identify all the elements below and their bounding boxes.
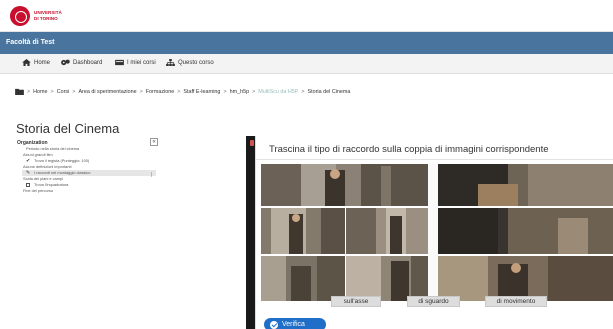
nav-my-courses[interactable]: I miei corsi [115, 59, 156, 66]
check-button[interactable]: Verifica [264, 318, 326, 329]
breadcrumb-item[interactable]: Home [33, 89, 47, 95]
university-logo-icon[interactable] [10, 6, 30, 26]
toc-section[interactable]: Fine del percorso [22, 188, 156, 194]
sitemap-icon [166, 59, 175, 66]
nav-home[interactable]: Home [22, 59, 50, 66]
film-still-image [438, 208, 613, 254]
film-still-image [346, 208, 428, 254]
site-header: Facoltà di Test [0, 32, 613, 54]
checkbox-icon [26, 183, 30, 187]
dashboard-icon [61, 59, 70, 66]
collapse-toc-button[interactable]: « [150, 138, 158, 146]
drag-label-di-sguardo[interactable]: di sguardo [407, 296, 460, 307]
film-still-image [438, 256, 613, 301]
check-circle-icon [270, 320, 278, 329]
divider [255, 159, 613, 160]
breadcrumb-item[interactable]: Staff E-learning [183, 89, 220, 95]
breadcrumb-item[interactable]: MultiScu da H5P [258, 89, 298, 95]
breadcrumb-item[interactable]: Corsi [57, 89, 70, 95]
organization-toc: Periodo nella storia del cinema Alcuni g… [22, 146, 156, 194]
breadcrumb: > Home > Corsi > Area di sperimentazione… [15, 88, 350, 95]
film-still-image [438, 164, 613, 206]
nav-dashboard[interactable]: Dashboard [61, 59, 102, 66]
scroll-indicator: | [151, 172, 153, 178]
folder-icon[interactable] [15, 88, 24, 95]
film-still-image [261, 256, 345, 301]
university-name: UNIVERSITÀ DI TORINO [34, 10, 62, 21]
image-grid [261, 164, 613, 301]
main-nav: Home Dashboard I miei corsi Questo corso [0, 54, 613, 74]
page-title: Storia del Cinema [16, 121, 120, 136]
drag-label-di-movimento[interactable]: di movimento [485, 296, 547, 307]
breadcrumb-item[interactable]: hm_h5p [230, 89, 249, 95]
film-still-image [261, 164, 428, 206]
drag-label-sull-asse[interactable]: sull'asse [331, 296, 381, 307]
site-name-link[interactable]: Facoltà di Test [6, 39, 55, 46]
activity-instruction: Trascina il tipo di raccordo sulla coppi… [269, 144, 549, 155]
nav-this-course[interactable]: Questo corso [166, 59, 214, 66]
logo-bar: UNIVERSITÀ DI TORINO [0, 0, 613, 32]
film-still-image [346, 256, 428, 301]
breadcrumb-item[interactable]: Area di sperimentazione [78, 89, 136, 95]
home-icon [22, 59, 31, 66]
breadcrumb-current: Storia del Cinema [307, 88, 351, 95]
breadcrumb-item[interactable]: Formazione [146, 89, 174, 95]
player-tab-icon [250, 140, 254, 146]
courses-icon [115, 59, 124, 66]
film-still-image [261, 208, 345, 254]
